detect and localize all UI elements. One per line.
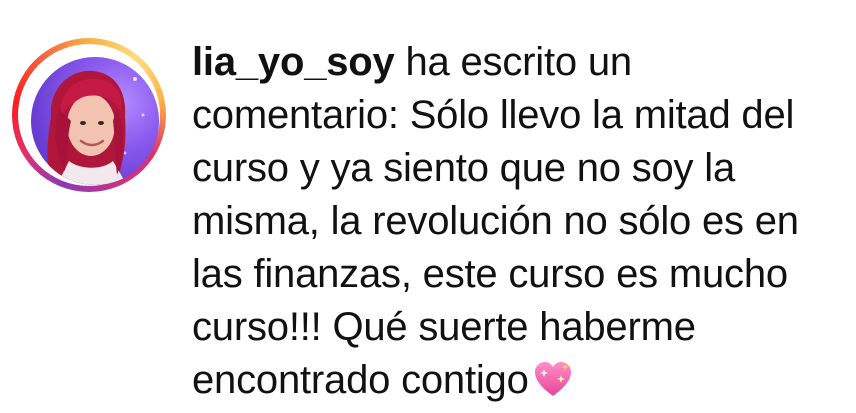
sparkling-heart-icon <box>533 360 573 413</box>
story-ring-gap <box>18 44 160 186</box>
notification-text: lia_yo_soy ha escrito un comentario: Sól… <box>192 36 842 413</box>
avatar-photo <box>47 70 145 185</box>
story-ring[interactable] <box>12 38 166 192</box>
comment-body: Sólo llevo la mitad del curso y ya sient… <box>192 93 799 402</box>
comment-notification[interactable]: lia_yo_soy ha escrito un comentario: Sól… <box>0 0 856 413</box>
username-link[interactable]: lia_yo_soy <box>192 40 395 84</box>
avatar[interactable] <box>31 57 159 185</box>
